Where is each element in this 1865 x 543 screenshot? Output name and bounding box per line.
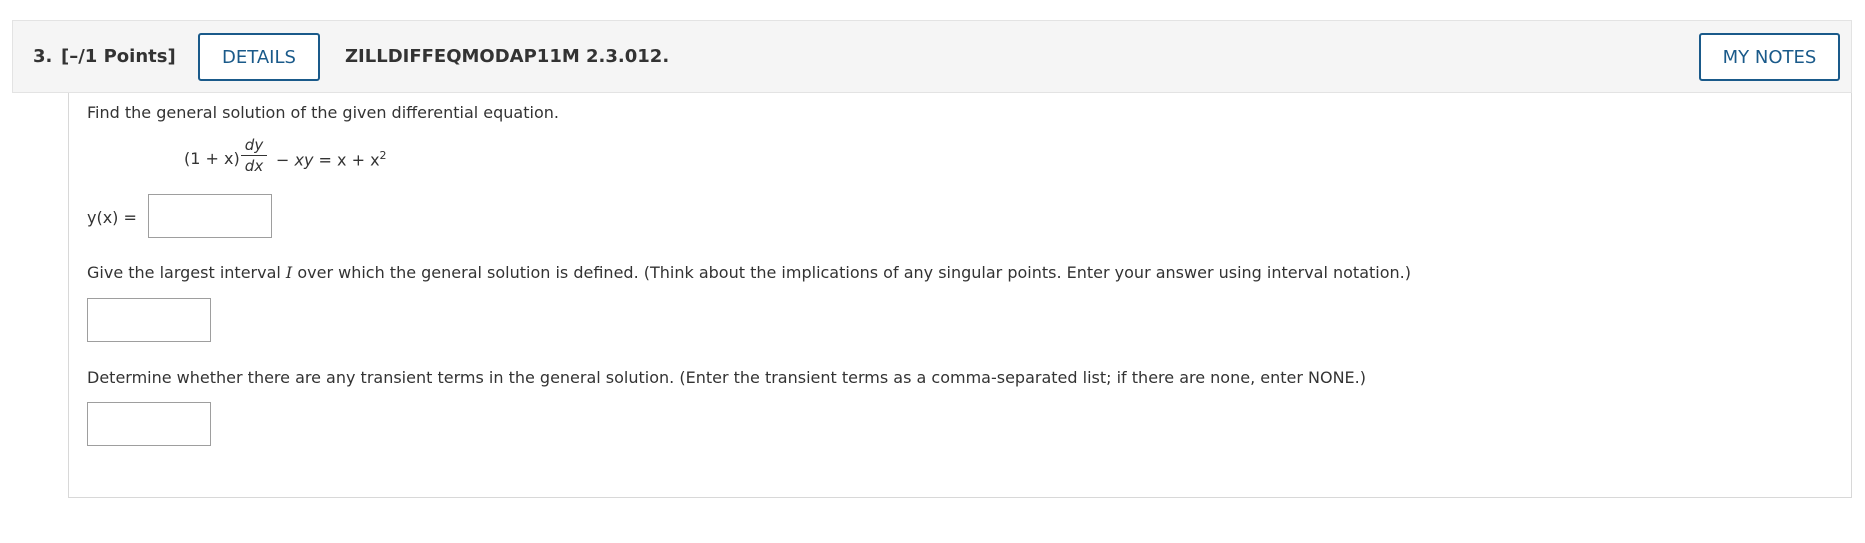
prompt-general-solution: Find the general solution of the given d… — [87, 103, 559, 122]
prompt-interval-before: Give the largest interval — [87, 263, 286, 282]
answer-label-yx: y(x) = — [87, 208, 137, 227]
transient-terms-input[interactable] — [87, 402, 211, 446]
question-number: 3. — [33, 46, 53, 67]
prompt-interval: Give the largest interval I over which t… — [87, 263, 1411, 282]
details-button[interactable]: DETAILS — [198, 33, 320, 81]
points-label: [–/1 Points] — [61, 46, 176, 67]
question-body: Find the general solution of the given d… — [68, 93, 1852, 498]
derivative-fraction: dy dx — [241, 135, 267, 176]
fraction-numerator: dy — [241, 135, 267, 156]
prompt-interval-after: over which the general solution is defin… — [292, 263, 1411, 282]
interval-input[interactable] — [87, 298, 211, 342]
equation-operator: − — [276, 150, 295, 170]
problem-id: ZILLDIFFEQMODAP11M 2.3.012. — [345, 46, 670, 67]
equation-right: − xy = x + x2 — [276, 149, 387, 169]
prompt-transient-terms: Determine whether there are any transien… — [87, 368, 1366, 387]
equation-exponent: 2 — [379, 149, 387, 162]
equation-rhs: = x + x — [313, 150, 380, 170]
my-notes-button[interactable]: MY NOTES — [1699, 33, 1840, 81]
equation-xy-term: xy — [294, 150, 314, 170]
fraction-denominator: dx — [244, 157, 264, 175]
general-solution-input[interactable] — [148, 194, 272, 238]
equation-left: (1 + x) — [184, 149, 240, 168]
question-header: 3. [–/1 Points] DETAILS ZILLDIFFEQMODAP1… — [12, 20, 1852, 93]
